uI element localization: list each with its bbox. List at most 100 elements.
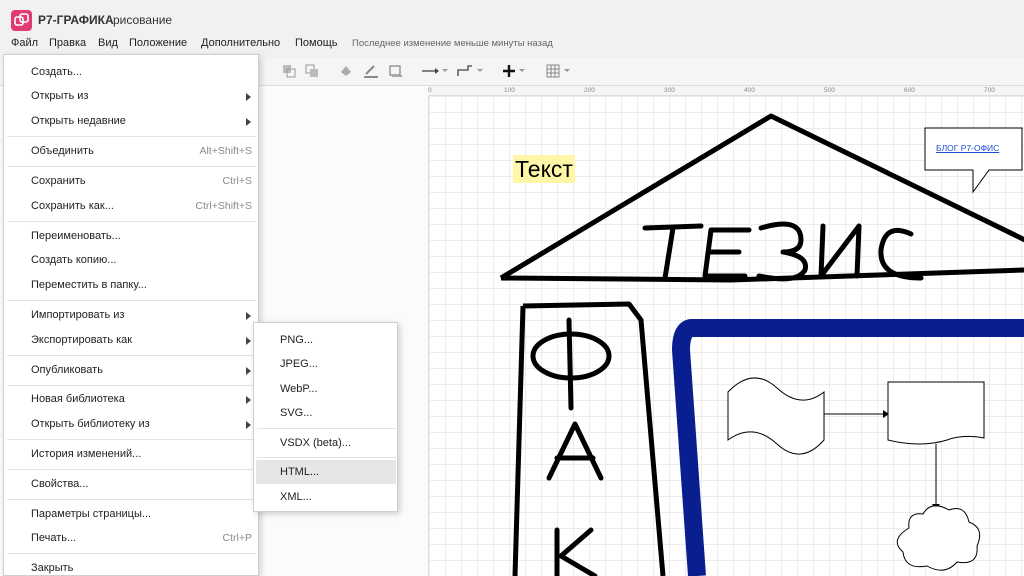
menu-item-new-library[interactable]: Новая библиотека (4, 387, 258, 411)
menu-item-save-as[interactable]: Сохранить как... Ctrl+Shift+S (4, 194, 258, 218)
ruler-label: 100 (504, 87, 515, 94)
chevron-right-icon (246, 337, 251, 345)
menu-item-label: SVG... (280, 407, 313, 419)
to-front-icon[interactable] (282, 64, 296, 80)
ruler-label: 200 (584, 87, 595, 94)
document-shape (887, 381, 985, 445)
menu-item-rename[interactable]: Переименовать... (4, 224, 258, 248)
menu-item-open-from[interactable]: Открыть из (4, 84, 258, 108)
app-logo-icon (11, 10, 32, 31)
menu-item-label: Переименовать... (31, 230, 121, 242)
export-vsdx[interactable]: VSDX (beta)... (256, 431, 396, 455)
connection-arrow-icon[interactable] (421, 64, 449, 80)
menu-item-shortcut: Ctrl+S (222, 175, 252, 187)
insert-plus-icon[interactable] (502, 64, 530, 80)
menu-separator (7, 385, 256, 386)
menu-item-import-from[interactable]: Импортировать из (4, 303, 258, 327)
menu-file[interactable]: Файл (11, 37, 38, 49)
menu-extras[interactable]: Дополнительно (201, 37, 280, 49)
menu-item-make-copy[interactable]: Создать копию... (4, 248, 258, 272)
ruler-label: 700 (984, 87, 995, 94)
menu-item-export-as[interactable]: Экспортировать как (4, 328, 258, 352)
menu-item-label: PNG... (280, 334, 314, 346)
export-xml[interactable]: XML... (256, 485, 396, 509)
menu-item-close[interactable]: Закрыть (4, 556, 258, 576)
menu-item-label: Сохранить (31, 175, 86, 187)
menu-item-label: История изменений... (31, 448, 142, 460)
menu-item-label: Открыть недавние (31, 115, 126, 127)
menu-item-page-setup[interactable]: Параметры страницы... (4, 502, 258, 526)
menu-edit[interactable]: Правка (49, 37, 86, 49)
menu-separator (7, 553, 256, 554)
export-png[interactable]: PNG... (256, 328, 396, 352)
tape-shape (727, 377, 825, 455)
callout-shape (924, 127, 1023, 194)
menu-separator (7, 469, 256, 470)
menu-item-label: Объединить (31, 145, 94, 157)
save-status: Последнее изменение меньше минуты назад (352, 38, 553, 49)
blog-link[interactable]: БЛОГ Р7-ОФИС (936, 143, 999, 153)
menu-separator (7, 166, 256, 167)
menu-item-label: Экспортировать как (31, 334, 133, 346)
text-label-shape[interactable]: Текст (513, 155, 575, 183)
ruler-label: 400 (744, 87, 755, 94)
menu-separator (7, 136, 256, 137)
menu-item-label: WebP... (280, 383, 318, 395)
menu-item-save[interactable]: Сохранить Ctrl+S (4, 169, 258, 193)
ruler-label: 0 (428, 87, 432, 94)
chevron-right-icon (246, 93, 251, 101)
shadow-icon[interactable] (389, 64, 403, 80)
menu-item-merge[interactable]: Объединить Alt+Shift+S (4, 139, 258, 163)
menu-item-shortcut: Ctrl+P (222, 532, 252, 544)
menu-item-move-to-folder[interactable]: Переместить в папку... (4, 273, 258, 297)
menu-item-label: Открыть из (31, 90, 89, 102)
column-handwriting-shape (530, 317, 612, 576)
menu-item-new[interactable]: Создать... (4, 60, 258, 84)
chevron-right-icon (246, 367, 251, 375)
export-jpeg[interactable]: JPEG... (256, 352, 396, 376)
menu-separator (257, 428, 396, 429)
menu-item-open-library-from[interactable]: Открыть библиотеку из (4, 412, 258, 436)
menu-separator (7, 221, 256, 222)
menu-item-label: VSDX (beta)... (280, 437, 351, 449)
menu-separator (7, 355, 256, 356)
menu-item-label: Опубликовать (31, 364, 103, 376)
menu-item-label: Закрыть (31, 562, 74, 574)
export-html[interactable]: HTML... (256, 460, 396, 484)
menu-view[interactable]: Вид (98, 37, 118, 49)
chevron-right-icon (246, 118, 251, 126)
menu-separator (7, 439, 256, 440)
menu-item-revision-history[interactable]: История изменений... (4, 442, 258, 466)
chevron-right-icon (246, 396, 251, 404)
export-submenu: PNG... JPEG... WebP... SVG... VSDX (beta… (253, 322, 398, 512)
export-svg[interactable]: SVG... (256, 401, 396, 425)
menu-item-label: Открыть библиотеку из (31, 418, 150, 430)
menu-item-label: HTML... (280, 466, 320, 478)
menu-item-label: Печать... (31, 532, 77, 544)
menu-item-open-recent[interactable]: Открыть недавние (4, 109, 258, 133)
menu-item-shortcut: Ctrl+Shift+S (195, 200, 252, 212)
menu-arrange[interactable]: Положение (129, 37, 187, 49)
menu-help[interactable]: Помощь (295, 37, 338, 49)
document-title[interactable]: рисование (113, 13, 172, 27)
chevron-right-icon (246, 312, 251, 320)
menu-item-label: Переместить в папку... (31, 279, 147, 291)
menu-item-label: Новая библиотека (31, 393, 125, 405)
fill-color-icon[interactable] (339, 64, 353, 80)
menu-item-label: Сохранить как... (31, 200, 114, 212)
table-icon[interactable] (546, 64, 574, 80)
waypoints-icon[interactable] (456, 64, 484, 80)
menu-item-properties[interactable]: Свойства... (4, 472, 258, 496)
line-color-icon[interactable] (363, 64, 379, 80)
menu-item-shortcut: Alt+Shift+S (199, 145, 252, 157)
menu-item-label: Создать... (31, 66, 82, 78)
file-menu-dropdown: Создать... Открыть из Открыть недавние О… (3, 54, 259, 576)
menu-item-publish[interactable]: Опубликовать (4, 358, 258, 382)
horizontal-ruler: 0 100 200 300 400 500 600 700 (428, 86, 1024, 96)
menu-item-print[interactable]: Печать... Ctrl+P (4, 526, 258, 550)
to-back-icon[interactable] (305, 64, 319, 80)
title-bar: Р7-ГРАФИКА рисование (0, 0, 1024, 34)
cloud-shape (896, 505, 981, 571)
menu-separator (7, 499, 256, 500)
export-webp[interactable]: WebP... (256, 377, 396, 401)
